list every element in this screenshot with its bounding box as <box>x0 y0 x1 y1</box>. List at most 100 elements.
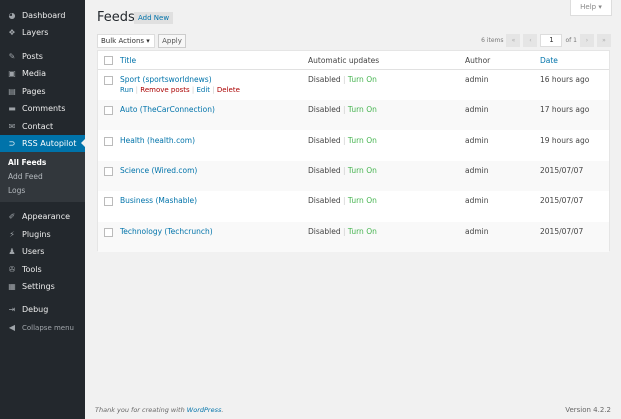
author: admin <box>465 165 489 175</box>
feed-title-link[interactable]: Health (health.com) <box>120 136 195 145</box>
table-header: Title Automatic updates Author Date <box>98 51 609 70</box>
user-icon: ♟ <box>8 246 16 256</box>
run-link[interactable]: Run <box>120 86 133 94</box>
turn-on-link[interactable]: Turn On <box>348 105 377 114</box>
sidebar-item-plugins[interactable]: ⚡ Plugins <box>0 226 85 243</box>
current-page-input[interactable]: 1 <box>540 34 563 47</box>
sidebar-item-label: Appearance <box>22 212 71 221</box>
layers-icon: ❖ <box>8 27 16 37</box>
footer-text: Thank you for creating with <box>95 406 187 414</box>
turn-on-link[interactable]: Turn On <box>348 75 377 84</box>
status-text: Disabled <box>308 165 341 175</box>
status-text: Disabled <box>308 196 341 206</box>
sidebar-item-debug[interactable]: ⇥ Debug <box>0 301 85 318</box>
feed-title-link[interactable]: Science (Wired.com) <box>120 166 197 175</box>
feed-title-link[interactable]: Sport (sportsworldnews) <box>120 75 212 84</box>
sidebar-item-label: Settings <box>22 282 55 291</box>
sidebar-item-label: Comments <box>22 104 66 113</box>
feeds-table: Title Automatic updates Author Date Spor… <box>97 50 610 252</box>
sidebar-item-users[interactable]: ♟ Users <box>0 243 85 260</box>
sidebar-item-settings[interactable]: ▦ Settings <box>0 278 85 295</box>
row-checkbox[interactable] <box>104 197 113 207</box>
author: admin <box>465 135 489 145</box>
sidebar-item-appearance[interactable]: ✐ Appearance <box>0 208 85 225</box>
select-all-checkbox[interactable] <box>104 56 113 65</box>
mail-icon: ✉ <box>8 121 16 131</box>
sidebar-item-rss-autopilot[interactable]: ⊃ RSS Autopilot <box>0 135 85 152</box>
sidebar-item-dashboard[interactable]: ◕ Dashboard <box>0 7 85 24</box>
wrench-icon: ✇ <box>8 264 16 274</box>
sidebar-item-comments[interactable]: ▬ Comments <box>0 100 85 117</box>
auto-update-status: Disabled | Turn On <box>308 135 377 145</box>
column-title[interactable]: Title <box>120 56 136 65</box>
row-actions: Run | Remove posts | Edit | Delete <box>120 86 240 94</box>
date: 2015/07/07 <box>540 165 584 175</box>
next-page-button[interactable]: › <box>580 34 594 47</box>
feed-title-link[interactable]: Technology (Techcrunch) <box>120 227 213 236</box>
pin-icon: ✎ <box>8 51 16 61</box>
sidebar-item-media[interactable]: ▣ Media <box>0 65 85 82</box>
turn-on-link[interactable]: Turn On <box>348 136 377 145</box>
turn-on-link[interactable]: Turn On <box>348 227 377 236</box>
collapse-menu-button[interactable]: ◀ Collapse menu <box>0 319 85 336</box>
sidebar-item-label: Posts <box>22 52 43 61</box>
feed-title-link[interactable]: Auto (TheCarConnection) <box>120 105 215 114</box>
sidebar-item-contact[interactable]: ✉ Contact <box>0 118 85 135</box>
last-page-button[interactable]: » <box>597 34 611 47</box>
add-new-button[interactable]: Add New <box>134 12 174 24</box>
status-text: Disabled <box>308 105 341 115</box>
collapse-label: Collapse menu <box>22 323 74 332</box>
column-date[interactable]: Date <box>540 56 558 65</box>
rss-submenu: All Feeds Add Feed Logs <box>0 152 85 202</box>
prev-page-button[interactable]: ‹ <box>523 34 538 47</box>
table-row: Sport (sportsworldnews) Disabled | Turn … <box>98 70 609 100</box>
table-row: Business (Mashable) Disabled | Turn On a… <box>98 191 609 221</box>
remove-posts-link[interactable]: Remove posts <box>140 86 189 94</box>
plugin-icon: ⚡ <box>9 229 15 239</box>
turn-on-link[interactable]: Turn On <box>348 166 377 175</box>
turn-on-link[interactable]: Turn On <box>348 196 377 205</box>
date: 2015/07/07 <box>540 196 584 206</box>
footer-dot: . <box>221 406 224 414</box>
wordpress-link[interactable]: WordPress <box>187 406 222 414</box>
apply-button[interactable]: Apply <box>158 34 186 48</box>
auto-update-status: Disabled | Turn On <box>308 75 377 84</box>
sidebar-item-label: Users <box>22 247 45 256</box>
feed-title-link[interactable]: Business (Mashable) <box>120 196 197 205</box>
submenu-logs[interactable]: Logs <box>8 186 25 195</box>
date: 17 hours ago <box>540 105 590 115</box>
footer-thanks: Thank you for creating with WordPress. <box>95 406 223 414</box>
version: Version 4.2.2 <box>565 406 611 414</box>
row-checkbox[interactable] <box>104 136 113 146</box>
sidebar-item-label: Plugins <box>22 230 51 239</box>
row-checkbox[interactable] <box>104 227 113 237</box>
help-button[interactable]: Help ▾ <box>570 0 612 16</box>
status-text: Disabled <box>308 135 341 145</box>
media-icon: ▣ <box>8 68 16 78</box>
sidebar-item-posts[interactable]: ✎ Posts <box>0 48 85 65</box>
sidebar-item-pages[interactable]: ▤ Pages <box>0 83 85 100</box>
first-page-button[interactable]: « <box>506 34 521 47</box>
items-count: 6 items <box>481 37 504 44</box>
sidebar-item-label: Tools <box>22 265 42 274</box>
row-checkbox[interactable] <box>104 106 113 116</box>
sidebar-item-label: Contact <box>22 122 54 131</box>
table-row: Science (Wired.com) Disabled | Turn On a… <box>98 160 609 191</box>
sidebar-item-label: Media <box>22 69 47 78</box>
row-checkbox[interactable] <box>104 76 113 85</box>
sidebar-item-label: Dashboard <box>22 11 66 20</box>
debug-icon: ⇥ <box>8 304 16 314</box>
sidebar-item-tools[interactable]: ✇ Tools <box>0 261 85 278</box>
auto-update-status: Disabled | Turn On <box>308 105 377 115</box>
row-checkbox[interactable] <box>104 166 113 176</box>
edit-link[interactable]: Edit <box>197 86 211 94</box>
collapse-icon: ◀ <box>8 322 16 332</box>
bulk-actions-select[interactable]: Bulk Actions ▾ <box>97 34 155 48</box>
author: admin <box>465 75 489 84</box>
delete-link[interactable]: Delete <box>217 86 240 94</box>
submenu-add-feed[interactable]: Add Feed <box>8 172 43 181</box>
auto-update-status: Disabled | Turn On <box>308 165 377 175</box>
submenu-all-feeds[interactable]: All Feeds <box>8 158 46 167</box>
sidebar-item-layers[interactable]: ❖ Layers <box>0 24 85 41</box>
pages-icon: ▤ <box>8 86 16 96</box>
